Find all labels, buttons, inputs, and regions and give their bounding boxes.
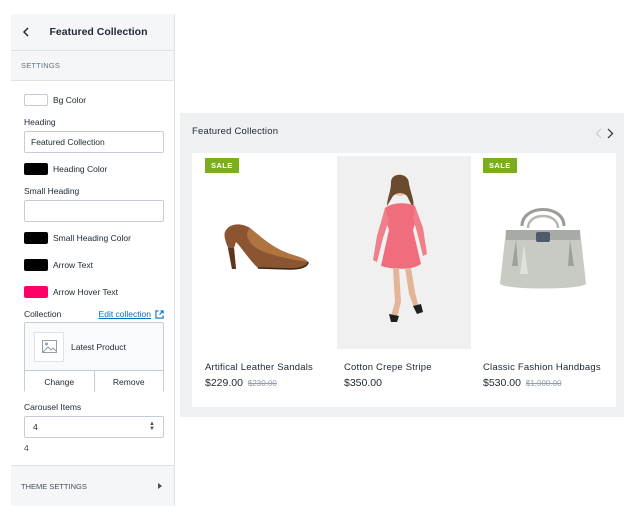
- external-link-icon: [155, 309, 164, 319]
- carousel-items-label: Carousel Items: [24, 402, 82, 412]
- bg-color-swatch[interactable]: [24, 94, 48, 106]
- product-name[interactable]: Artifical Leather Sandals: [205, 362, 332, 373]
- handbag-image: [500, 208, 586, 289]
- product-price: $229.00: [205, 377, 243, 389]
- heading-color-label: Heading Color: [53, 164, 108, 174]
- carousel-items-display: 4: [24, 443, 29, 453]
- collection-label: Collection: [24, 309, 62, 319]
- product-price-row: $530.00 $1,000.00: [483, 377, 610, 389]
- theme-settings-label: THEME SETTINGS: [21, 481, 87, 491]
- selected-collection: Latest Product: [25, 323, 163, 371]
- product-image-sandals[interactable]: SALE: [198, 156, 332, 349]
- product-name[interactable]: Cotton Crepe Stripe: [344, 362, 471, 373]
- preview-section-title: Featured Collection: [192, 126, 279, 137]
- arrow-text-label: Arrow Text: [53, 260, 93, 270]
- carousel-items-value: 4: [33, 422, 38, 432]
- chevron-right-icon: [158, 483, 162, 489]
- next-arrow-icon[interactable]: [606, 127, 614, 139]
- back-icon[interactable]: [19, 24, 33, 40]
- sale-badge: SALE: [205, 158, 239, 173]
- edit-collection-text: Edit collection: [98, 309, 151, 319]
- heading-color-setting: Heading Color: [24, 163, 107, 175]
- product-price-row: $350.00: [344, 377, 471, 389]
- remove-collection-button[interactable]: Remove: [93, 371, 163, 392]
- sidebar-title: Featured Collection: [49, 26, 148, 38]
- product-image-handbag[interactable]: SALE: [476, 156, 610, 349]
- arrow-text-setting: Arrow Text: [24, 259, 93, 271]
- product-price-row: $229.00 $230.00: [205, 377, 332, 389]
- small-heading-input[interactable]: [24, 200, 164, 222]
- product-name[interactable]: Classic Fashion Handbags: [483, 362, 610, 373]
- product-image-dress[interactable]: [337, 156, 471, 349]
- theme-settings-link[interactable]: THEME SETTINGS: [11, 465, 174, 506]
- image-placeholder-icon: [34, 331, 64, 362]
- prev-arrow-icon[interactable]: [594, 127, 602, 139]
- collection-row: Collection Edit collection: [24, 309, 164, 319]
- model-dress-image: [373, 174, 427, 322]
- select-arrows-icon: ▲ ▼: [149, 421, 155, 432]
- heel-shoe-image: [224, 224, 309, 270]
- carousel-items-select[interactable]: 4 ▲ ▼: [24, 416, 164, 438]
- heading-label: Heading: [24, 117, 56, 127]
- bg-color-setting: Bg Color: [24, 94, 86, 106]
- arrow-hover-text-swatch[interactable]: [24, 286, 48, 298]
- arrow-hover-text-label: Arrow Hover Text: [53, 287, 119, 297]
- product-carousel: SALE Artifical Leather Sandals $229.00 $…: [192, 153, 616, 407]
- product-compare-price: $1,000.00: [525, 379, 562, 388]
- edit-collection-link[interactable]: Edit collection: [99, 309, 164, 319]
- small-heading-color-label: Small Heading Color: [53, 233, 131, 243]
- settings-section-header: SETTINGS: [11, 51, 174, 81]
- product-compare-price: $230.00: [247, 379, 277, 388]
- product-card[interactable]: SALE Artifical Leather Sandals $229.00 $…: [198, 156, 332, 396]
- product-price: $350.00: [344, 377, 382, 389]
- change-collection-button[interactable]: Change: [25, 371, 94, 392]
- sale-badge: SALE: [483, 158, 517, 173]
- theme-editor-sidebar: Featured Collection SETTINGS Bg Color He…: [11, 14, 175, 506]
- small-heading-label: Small Heading: [24, 186, 80, 196]
- carousel-nav: [594, 127, 614, 139]
- small-heading-color-setting: Small Heading Color: [24, 232, 131, 244]
- arrow-hover-text-setting: Arrow Hover Text: [24, 286, 118, 298]
- collection-actions: Change Remove: [25, 371, 163, 392]
- small-heading-color-swatch[interactable]: [24, 232, 48, 244]
- product-price: $530.00: [483, 377, 521, 389]
- sidebar-header: Featured Collection: [11, 14, 174, 51]
- bg-color-label: Bg Color: [53, 95, 87, 105]
- arrow-text-swatch[interactable]: [24, 259, 48, 271]
- collection-name: Latest Product: [71, 341, 126, 352]
- preview-pane: Featured Collection SALE Artifical Leath…: [180, 113, 624, 417]
- product-card[interactable]: SALE Classic Fashion Handbags $530.00 $1…: [476, 156, 610, 396]
- heading-input[interactable]: Featured Collection: [24, 131, 164, 153]
- product-card[interactable]: Cotton Crepe Stripe $350.00: [337, 156, 471, 396]
- collection-picker: Latest Product Change Remove: [24, 322, 164, 392]
- heading-color-swatch[interactable]: [24, 163, 48, 175]
